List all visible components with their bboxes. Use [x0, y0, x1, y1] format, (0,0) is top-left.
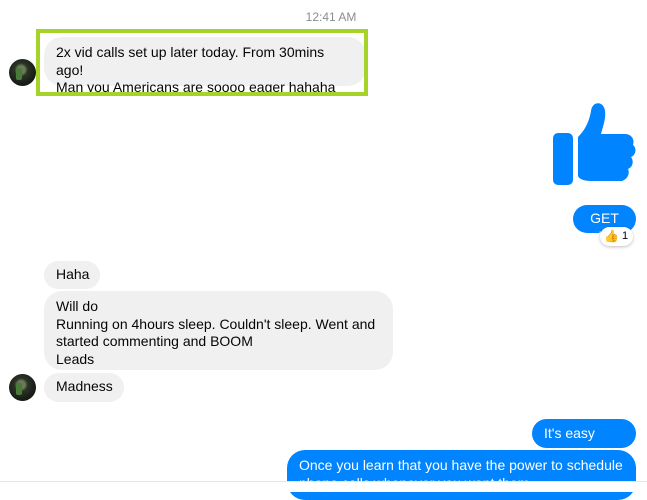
outgoing-message-easy[interactable]: It's easy man [532, 419, 636, 459]
outgoing-message-power[interactable]: Once you learn that you have the power t… [287, 450, 636, 500]
highlight-box [36, 29, 368, 96]
thumbs-up-reaction-icon: 👍 [604, 229, 619, 243]
message-timestamp: 12:41 AM [305, 10, 357, 24]
composer-divider [0, 481, 647, 492]
incoming-message-4[interactable]: Madness [44, 373, 124, 402]
reaction-badge[interactable]: 👍 1 [600, 227, 634, 246]
incoming-message-2[interactable]: Haha [44, 261, 100, 289]
thumbs-up-icon[interactable] [551, 101, 637, 187]
reaction-count: 1 [621, 230, 629, 242]
incoming-message-3[interactable]: Will do Running on 4hours sleep. Couldn'… [44, 291, 393, 370]
contact-avatar[interactable] [9, 374, 36, 401]
contact-avatar[interactable] [9, 59, 36, 86]
